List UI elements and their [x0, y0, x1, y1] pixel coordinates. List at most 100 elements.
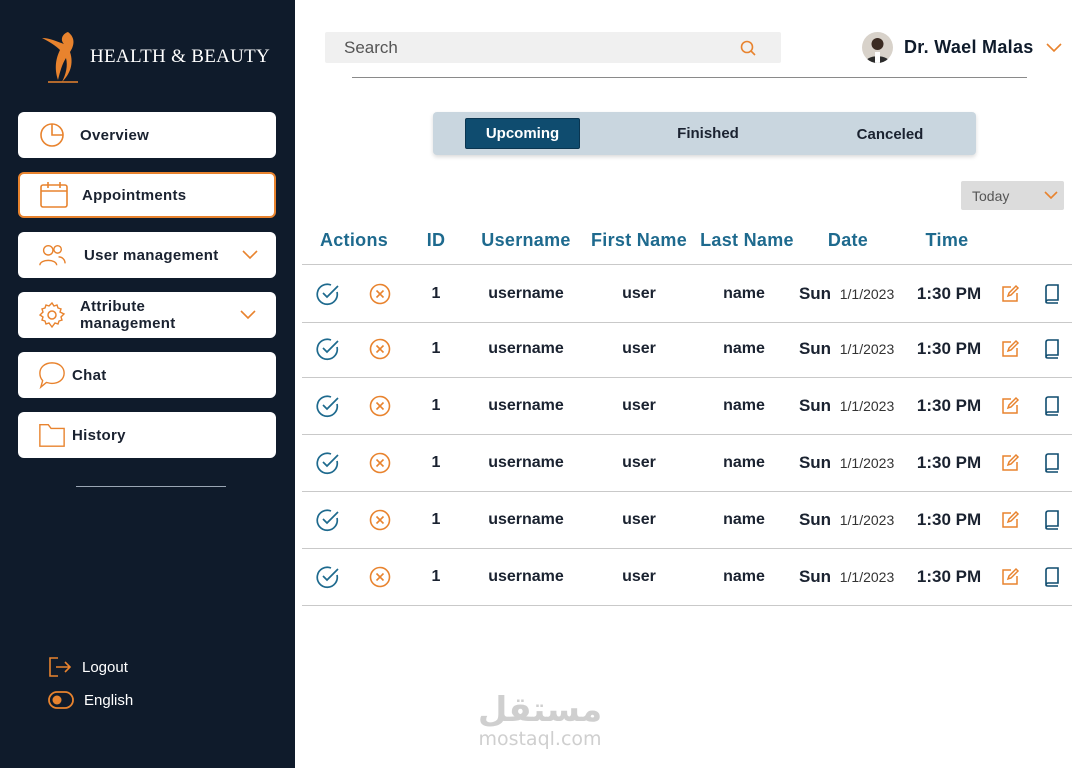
column-header-time: Time	[925, 230, 969, 250]
user-menu[interactable]: Dr. Wael Malas	[862, 32, 1062, 63]
cell-id: 1	[431, 339, 441, 357]
chevron-down-icon	[242, 250, 258, 260]
approve-check-icon[interactable]	[316, 565, 340, 589]
cell-time: 1:30 PM	[916, 566, 982, 586]
tab-upcoming[interactable]: Upcoming	[465, 118, 580, 149]
cell-username: username	[488, 284, 564, 302]
search-input[interactable]	[342, 36, 726, 59]
language-toggle[interactable]: English	[48, 689, 133, 711]
sidebar-item-label: History	[72, 426, 126, 444]
tab-finished[interactable]: Finished	[651, 118, 765, 149]
cell-time: 1:30 PM	[916, 509, 982, 529]
cancel-x-icon[interactable]	[369, 395, 391, 417]
search-icon[interactable]	[739, 39, 757, 57]
cell-first-name: user	[622, 284, 656, 302]
chat-bubble-icon	[38, 361, 66, 390]
logout-icon	[48, 656, 72, 678]
calendar-icon	[40, 181, 68, 209]
cancel-x-icon[interactable]	[369, 283, 391, 305]
sidebar-item-label: Appointments	[82, 186, 187, 204]
sidebar-item-history[interactable]: History	[18, 412, 276, 458]
cell-id: 1	[431, 284, 441, 302]
cancel-x-icon[interactable]	[369, 509, 391, 531]
details-book-icon[interactable]	[1044, 452, 1060, 473]
cancel-x-icon[interactable]	[369, 566, 391, 588]
sidebar-item-label: Attribute management	[80, 298, 176, 332]
cell-day: Sun	[798, 395, 832, 415]
cell-date: 1/1/2023	[839, 511, 895, 528]
cell-day: Sun	[798, 283, 832, 303]
column-header-first-name: First Name	[590, 230, 688, 250]
cell-time: 1:30 PM	[916, 338, 982, 358]
cell-id: 1	[431, 453, 441, 471]
edit-icon[interactable]	[1000, 567, 1020, 587]
date-filter-select[interactable]: Today	[961, 181, 1064, 210]
gear-icon	[38, 301, 66, 329]
cancel-x-icon[interactable]	[369, 452, 391, 474]
sidebar-item-attribute-management[interactable]: Attribute management	[18, 292, 276, 338]
sidebar-divider	[76, 486, 226, 487]
cell-id: 1	[431, 510, 441, 528]
cell-first-name: user	[622, 396, 656, 414]
cell-time: 1:30 PM	[916, 395, 982, 415]
edit-icon[interactable]	[1000, 284, 1020, 304]
column-header-date: Date	[827, 230, 869, 250]
cell-first-name: user	[622, 453, 656, 471]
cell-day: Sun	[798, 509, 832, 529]
details-book-icon[interactable]	[1044, 338, 1060, 359]
sidebar-item-user-management[interactable]: User management	[18, 232, 276, 278]
cell-date: 1/1/2023	[839, 285, 895, 302]
details-book-icon[interactable]	[1044, 283, 1060, 304]
approve-check-icon[interactable]	[316, 337, 340, 361]
cell-date: 1/1/2023	[839, 397, 895, 414]
approve-check-icon[interactable]	[316, 451, 340, 475]
cell-id: 1	[431, 567, 441, 585]
approve-check-icon[interactable]	[316, 282, 340, 306]
table-row: 1 username user name Sun 1/1/2023 1:30 P…	[302, 491, 1072, 549]
approve-check-icon[interactable]	[316, 508, 340, 532]
brand-name: HEALTH & BEAUTY	[90, 46, 271, 67]
column-header-last-name: Last Name	[700, 230, 794, 250]
chevron-down-icon	[1044, 191, 1058, 200]
pie-chart-icon	[38, 121, 66, 149]
status-tabs: Upcoming Finished Canceled	[433, 112, 976, 155]
details-book-icon[interactable]	[1044, 395, 1060, 416]
cell-last-name: name	[723, 510, 765, 528]
cell-username: username	[488, 567, 564, 585]
logout-button[interactable]: Logout	[48, 656, 128, 678]
edit-icon[interactable]	[1000, 510, 1020, 530]
sidebar-item-label: User management	[84, 246, 219, 264]
sidebar-item-appointments[interactable]: Appointments	[18, 172, 276, 218]
edit-icon[interactable]	[1000, 396, 1020, 416]
cell-time: 1:30 PM	[916, 452, 982, 472]
cell-date: 1/1/2023	[839, 454, 895, 471]
column-header-username: Username	[481, 230, 571, 250]
users-icon	[38, 241, 66, 269]
table-row: 1 username user name Sun 1/1/2023 1:30 P…	[302, 265, 1072, 323]
chevron-down-icon	[240, 310, 256, 320]
logout-label: Logout	[82, 658, 128, 676]
cell-first-name: user	[622, 339, 656, 357]
watermark-latin: mostaql.com	[478, 728, 602, 750]
toggle-icon	[48, 689, 74, 711]
sidebar-item-overview[interactable]: Overview	[18, 112, 276, 158]
cell-time: 1:30 PM	[916, 283, 982, 303]
cell-username: username	[488, 339, 564, 357]
details-book-icon[interactable]	[1044, 566, 1060, 587]
table-row: 1 username user name Sun 1/1/2023 1:30 P…	[302, 434, 1072, 492]
cancel-x-icon[interactable]	[369, 338, 391, 360]
watermark-arabic: مستقل	[477, 690, 603, 730]
edit-icon[interactable]	[1000, 453, 1020, 473]
tab-canceled[interactable]: Canceled	[833, 119, 947, 150]
details-book-icon[interactable]	[1044, 509, 1060, 530]
cell-first-name: user	[622, 510, 656, 528]
cell-username: username	[488, 396, 564, 414]
column-header-actions: Actions	[319, 230, 389, 250]
approve-check-icon[interactable]	[316, 394, 340, 418]
edit-icon[interactable]	[1000, 339, 1020, 359]
search-box	[325, 32, 781, 63]
cell-username: username	[488, 510, 564, 528]
cell-last-name: name	[723, 567, 765, 585]
chevron-down-icon	[1046, 42, 1062, 52]
sidebar-item-chat[interactable]: Chat	[18, 352, 276, 398]
